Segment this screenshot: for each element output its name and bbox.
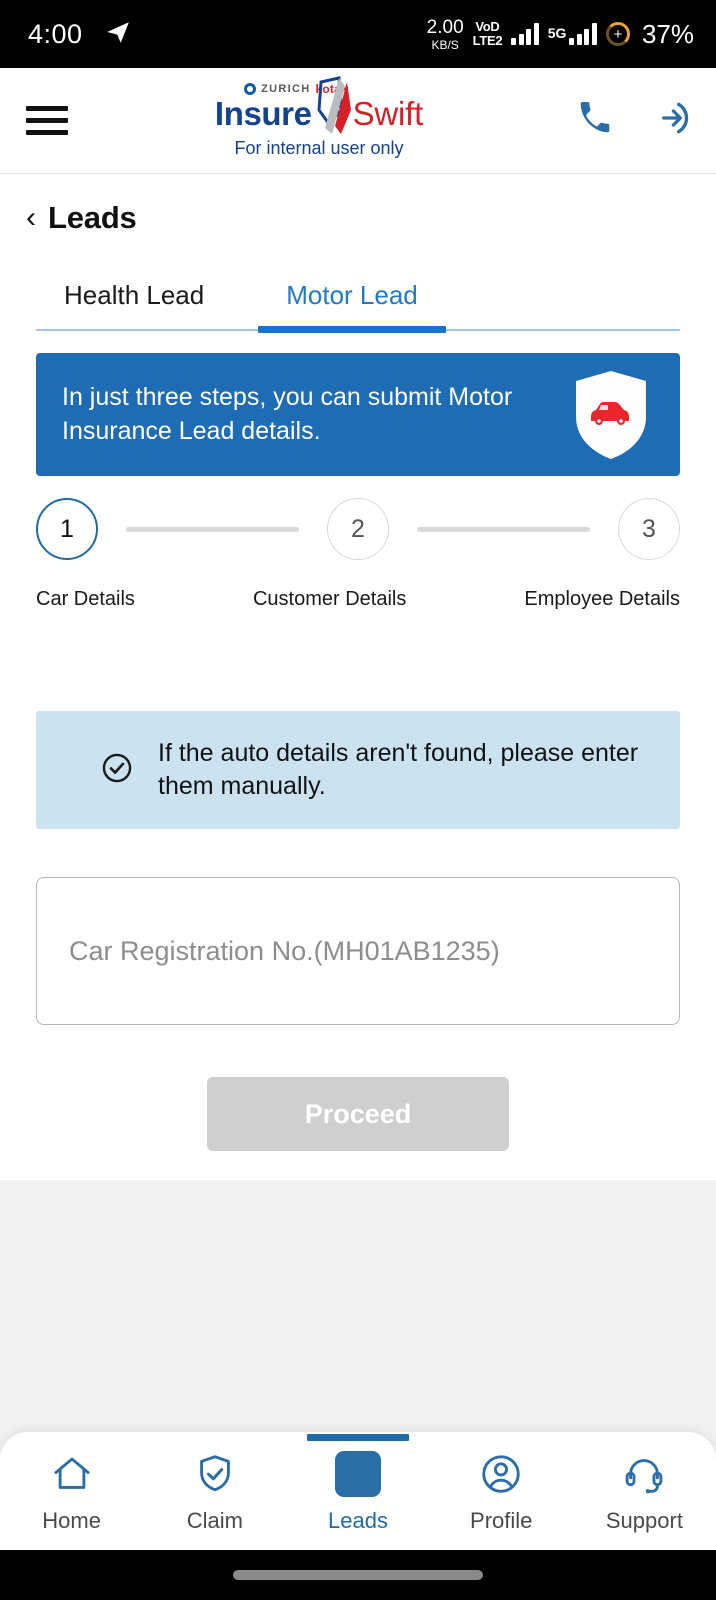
info-message-text: If the auto details aren't found, please… — [158, 738, 639, 800]
stepper-step-2[interactable]: 2 — [327, 498, 389, 560]
tab-health-lead[interactable]: Health Lead — [36, 274, 232, 329]
user-circle-icon — [478, 1448, 524, 1500]
status-bar-right: 2.00 KB/S VoD LTE2 5G + 37% — [427, 18, 694, 51]
status-bar-left: 4:00 — [28, 19, 131, 50]
nav-item-home[interactable]: Home — [0, 1448, 143, 1534]
stepper-label-3: Employee Details — [524, 588, 680, 610]
shield-check-icon — [192, 1448, 238, 1500]
progress-stepper: 1 2 3 Car Details Customer Details Emplo… — [36, 498, 680, 611]
nav-label-support: Support — [605, 1508, 683, 1533]
leads-square-icon — [335, 1448, 381, 1500]
tab-motor-lead[interactable]: Motor Lead — [258, 274, 446, 329]
data-speed-value: 2.00 — [426, 16, 464, 38]
headset-icon — [621, 1448, 667, 1500]
app-header-actions — [576, 97, 690, 144]
shield-car-icon — [572, 369, 650, 461]
battery-icon: + — [605, 22, 630, 46]
data-speed-unit: KB/S — [431, 37, 459, 52]
home-icon — [49, 1448, 95, 1500]
logo-subtitle: For internal user only — [234, 138, 404, 158]
logo-wordmark: Insure Swift — [214, 76, 424, 136]
hamburger-menu-icon[interactable] — [26, 106, 68, 135]
stepper-circles: 1 2 3 — [36, 498, 680, 560]
info-message-box: If the auto details aren't found, please… — [36, 711, 680, 829]
nav-item-support[interactable]: Support — [573, 1448, 716, 1534]
logout-arrow-icon[interactable] — [648, 97, 690, 144]
promo-banner: In just three steps, you can submit Moto… — [36, 353, 680, 476]
gesture-handle[interactable] — [233, 1570, 483, 1580]
proceed-button-row: Proceed — [36, 1077, 680, 1151]
volte-line-2: LTE2 — [472, 33, 503, 48]
logo-insure-text: Insure — [214, 95, 312, 132]
signal-bars-secondary-icon — [569, 23, 597, 45]
stepper-label-2: Customer Details — [252, 588, 407, 610]
volte-icon: VoD LTE2 — [473, 20, 503, 47]
stepper-connector-2 — [417, 526, 590, 532]
nav-item-claim[interactable]: Claim — [143, 1448, 286, 1534]
signal-bars-icon — [511, 23, 539, 45]
logo-swift-text: Swift — [352, 95, 424, 132]
tab-active-indicator — [258, 326, 446, 333]
stepper-label-1: Car Details — [36, 588, 135, 610]
status-time: 4:00 — [28, 18, 83, 49]
stepper-labels: Car Details Customer Details Employee De… — [36, 588, 680, 611]
data-speed-indicator: 2.00 KB/S — [427, 18, 464, 51]
check-circle-icon — [100, 751, 134, 790]
network-type-indicator: 5G — [548, 23, 597, 45]
nav-active-indicator — [307, 1434, 409, 1441]
app-header: ZURICH kotak Insure Swift For internal u… — [0, 68, 716, 174]
stepper-step-3[interactable]: 3 — [618, 498, 680, 560]
nav-label-leads: Leads — [328, 1508, 388, 1533]
page-title: Leads — [48, 200, 137, 235]
car-registration-field[interactable]: Car Registration No.(MH01AB1235) — [36, 877, 680, 1025]
tab-list: Health Lead Motor Lead — [36, 274, 680, 329]
volte-line-1: VoD — [475, 19, 500, 35]
nav-item-leads[interactable]: Leads — [286, 1434, 429, 1534]
network-type-label: 5G — [547, 25, 567, 41]
nav-item-profile[interactable]: Profile — [430, 1448, 573, 1534]
stepper-connector-1 — [126, 526, 299, 532]
logo-swoosh-icon — [305, 76, 359, 136]
page-header: ‹ Leads — [0, 174, 716, 236]
promo-banner-text: In just three steps, you can submit Moto… — [62, 383, 513, 445]
phone-screen: 4:00 2.00 KB/S VoD LTE2 5G + 37% ZURICH … — [0, 0, 716, 1600]
status-bar: 4:00 2.00 KB/S VoD LTE2 5G + 37% — [0, 0, 716, 68]
app-logo: ZURICH kotak Insure Swift For internal u… — [214, 76, 424, 159]
nav-label-claim: Claim — [186, 1508, 243, 1533]
phone-icon[interactable] — [576, 99, 614, 142]
gesture-navigation-bar[interactable] — [0, 1550, 716, 1600]
lead-type-tabs: Health Lead Motor Lead — [0, 274, 716, 333]
car-registration-placeholder: Car Registration No.(MH01AB1235) — [69, 935, 500, 966]
nav-label-profile: Profile — [470, 1508, 533, 1533]
stepper-step-1[interactable]: 1 — [36, 498, 98, 560]
telegram-icon — [105, 19, 131, 50]
chevron-left-icon[interactable]: ‹ — [26, 203, 36, 233]
bottom-navigation-bar: Home Claim Leads Profile Support — [0, 1432, 716, 1550]
battery-percent: 37% — [641, 18, 694, 49]
nav-label-home: Home — [42, 1508, 101, 1533]
tab-baseline — [36, 326, 680, 333]
proceed-button[interactable]: Proceed — [207, 1077, 509, 1151]
